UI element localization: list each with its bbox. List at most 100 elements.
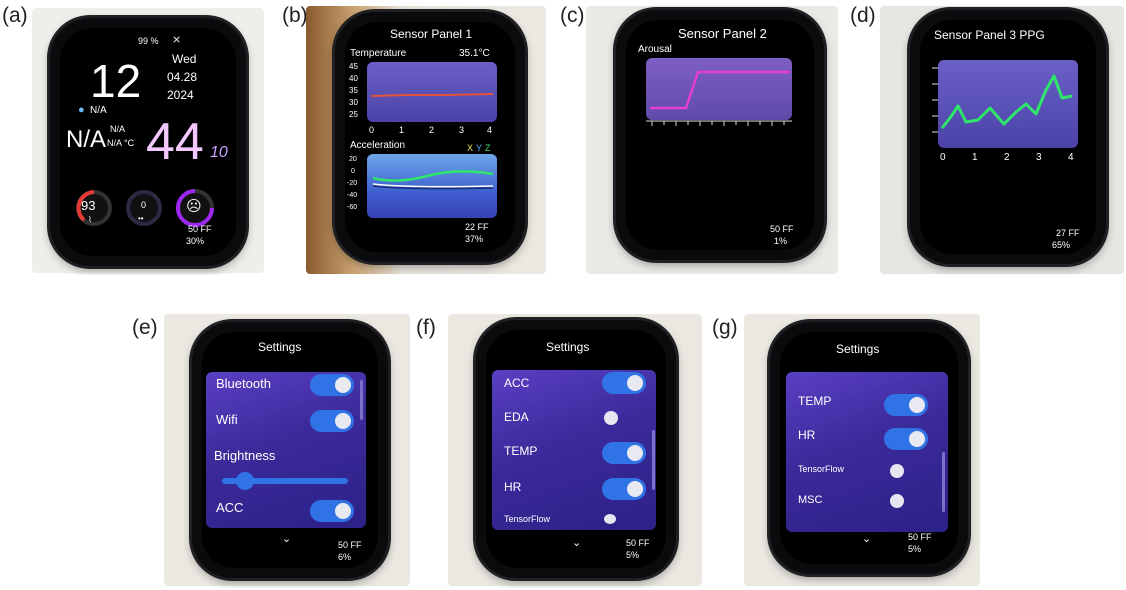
brightness-slider-knob[interactable] [236, 472, 254, 490]
battery-percent: 65% [1052, 240, 1071, 250]
temperature-text: 27 FF [1056, 228, 1080, 238]
panel-g: (g) Settings TEMP HR TensorFlow MSC ⌄ 50… [710, 312, 982, 588]
legend-z: Z [485, 143, 491, 153]
humidity-na: N/A [110, 124, 126, 134]
location-text: N/A [90, 105, 107, 116]
temperature-value: 35.1°C [459, 48, 490, 59]
toggle-knob [909, 397, 925, 413]
setting-label: ACC [216, 500, 244, 515]
legend-x: X [467, 143, 474, 153]
year-text: 2024 [167, 88, 194, 102]
x-tick: 4 [1068, 152, 1074, 163]
setting-label: TensorFlow [798, 464, 845, 474]
panel-title: Sensor Panel 3 PPG [934, 28, 1045, 42]
setting-label: Wifi [216, 412, 238, 427]
wifi-toggle[interactable] [310, 410, 354, 432]
arousal-label: Arousal [638, 44, 672, 55]
msc-toggle[interactable] [890, 494, 904, 508]
toggle-knob [627, 375, 643, 391]
battery-percent: 37% [465, 234, 484, 244]
x-tick: 4 [487, 125, 493, 135]
minutes-text: 44 [146, 113, 204, 171]
panel-a: (a) 99 % ⨯ 12 Wed 04.28 2024 ● N/A N/A N… [0, 0, 270, 275]
acc-tick: 0 [351, 168, 355, 175]
temp-toggle[interactable] [884, 394, 928, 416]
settings-screen[interactable]: Settings TEMP HR TensorFlow MSC ⌄ 50 FF … [780, 332, 958, 564]
battery-percent: 1% [774, 236, 788, 246]
toggle-knob [335, 377, 351, 393]
panel-d: (d) Sensor Panel 3 PPG 0 1 2 3 4 27 FF 6… [848, 0, 1126, 275]
toggle-knob [335, 413, 351, 429]
scrollbar[interactable] [360, 380, 363, 420]
panel-c: (c) Sensor Panel 2 Arousal 50 FF 1% [558, 0, 838, 275]
x-tick: 2 [1004, 152, 1010, 163]
smartwatch: Sensor Panel 3 PPG 0 1 2 3 4 27 FF 65% [910, 10, 1106, 264]
date-text: 04.28 [167, 70, 198, 84]
chevron-down-icon[interactable]: ⌄ [282, 532, 291, 545]
scrollbar[interactable] [652, 430, 655, 490]
y-axis-ticks [932, 67, 938, 133]
settings-title: Settings [258, 340, 302, 354]
panel-title: Sensor Panel 2 [678, 26, 767, 41]
battery-percent: 30% [186, 236, 205, 246]
acc-tick: -40 [347, 192, 358, 199]
chevron-down-icon[interactable]: ⌄ [572, 536, 581, 549]
battery-percent: 5% [908, 544, 922, 554]
x-tick: 3 [459, 125, 465, 135]
ppg-line [940, 74, 1073, 129]
watch-face[interactable]: 99 % ⨯ 12 Wed 04.28 2024 ● N/A N/A N/A N… [60, 28, 236, 256]
location-icon: ● [78, 104, 85, 116]
acc-tick: -20 [347, 180, 358, 187]
settings-title: Settings [546, 340, 590, 354]
weather-na: N/A [66, 126, 107, 153]
chevron-down-icon[interactable]: ⌄ [862, 532, 871, 545]
day-text: Wed [172, 52, 197, 66]
hr-toggle[interactable] [602, 478, 646, 500]
toggle-knob [627, 445, 643, 461]
setting-label: TensorFlow [504, 514, 551, 524]
temperature-text: 50 FF [188, 224, 212, 234]
acc-toggle[interactable] [602, 372, 646, 394]
settings-screen[interactable]: Settings ACC EDA TEMP HR TensorFlow ⌄ 50… [486, 330, 666, 568]
acc-tick: -60 [347, 204, 358, 211]
acceleration-lines [372, 170, 494, 190]
settings-title: Settings [836, 342, 880, 356]
setting-label: Brightness [214, 448, 276, 463]
arousal-line [650, 70, 790, 110]
temperature-line [370, 93, 494, 97]
hour-text: 12 [90, 55, 142, 107]
no-sync-icon: ⨯ [172, 34, 182, 46]
settings-screen[interactable]: Settings Bluetooth Wifi Brightness ACC ⌄… [202, 332, 378, 568]
sensor-panel-3-screen[interactable]: Sensor Panel 3 PPG 0 1 2 3 4 27 FF 65% [920, 20, 1096, 254]
heart-rate-value: 93 [81, 198, 96, 213]
smartwatch: Settings Bluetooth Wifi Brightness ACC ⌄… [192, 322, 388, 578]
setting-label: TEMP [504, 444, 538, 458]
panel-title: Sensor Panel 1 [390, 27, 473, 41]
toggle-knob [335, 503, 351, 519]
temp-na: N/A °C [107, 138, 135, 148]
setting-label: EDA [504, 410, 529, 424]
scrollbar[interactable] [942, 452, 945, 512]
temp-toggle[interactable] [602, 442, 646, 464]
y-tick: 45 [349, 62, 358, 71]
bluetooth-toggle[interactable] [310, 374, 354, 396]
tensorflow-toggle[interactable] [604, 514, 616, 524]
temperature-text: 50 FF [908, 532, 932, 542]
y-tick: 25 [349, 110, 358, 119]
eda-toggle[interactable] [604, 411, 618, 425]
tensorflow-toggle[interactable] [890, 464, 904, 478]
acc-toggle[interactable] [310, 500, 354, 522]
battery-text: 99 % [138, 36, 159, 46]
panel-label: (f) [416, 316, 436, 339]
panel-e: (e) Settings Bluetooth Wifi Brightness A… [130, 312, 412, 588]
steps-value: 0 [141, 200, 147, 210]
temperature-text: 50 FF [770, 224, 794, 234]
hr-toggle[interactable] [884, 428, 928, 450]
smartwatch: Sensor Panel 2 Arousal 50 FF 1% [616, 10, 824, 260]
heartbeat-icon: ⌇ [88, 215, 92, 224]
sensor-panel-2-screen[interactable]: Sensor Panel 2 Arousal 50 FF 1% [626, 20, 814, 250]
neutral-face-icon: ☹ [186, 198, 202, 215]
panel-b: (b) Sensor Panel 1 Temperature 35.1°C 45… [280, 0, 548, 275]
sensor-panel-1-screen[interactable]: Sensor Panel 1 Temperature 35.1°C 45 40 … [345, 22, 515, 252]
y-tick: 35 [349, 86, 358, 95]
